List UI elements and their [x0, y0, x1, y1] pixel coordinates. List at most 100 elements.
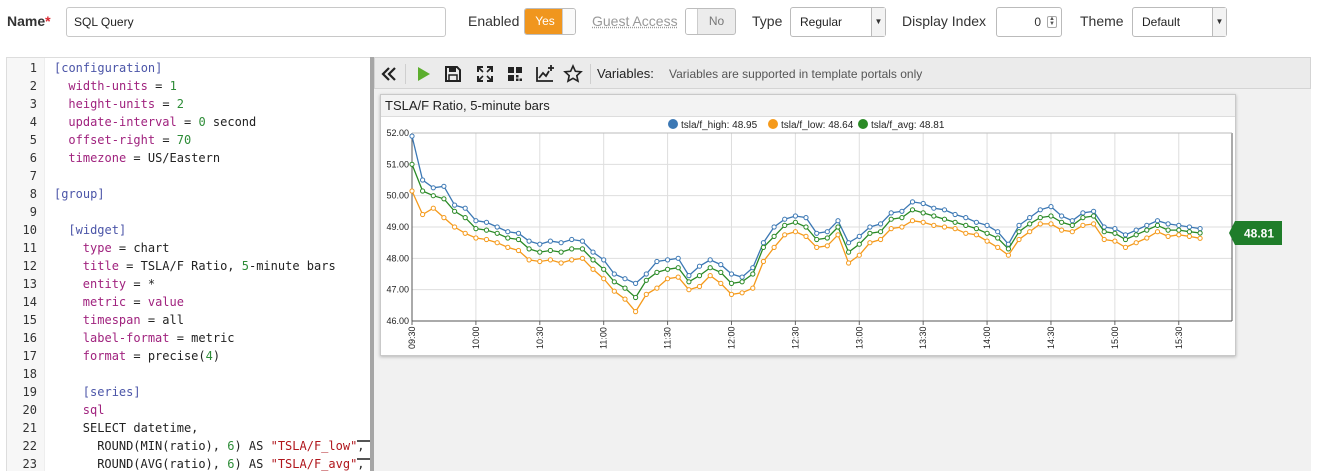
- fullscreen-icon[interactable]: [475, 64, 495, 84]
- data-point: [601, 257, 607, 263]
- data-point: [686, 287, 692, 293]
- line-chart[interactable]: tsla/f_high: 48.95 tsla/f_low: 48.64 tsla/…: [381, 117, 1235, 355]
- display-index-label: Display Index: [902, 13, 987, 29]
- data-point: [878, 221, 884, 227]
- code-line: 20 sql: [7, 401, 105, 419]
- theme-select-value: Default: [1142, 15, 1181, 29]
- last-value-text: 48.81: [1244, 227, 1274, 241]
- data-point: [760, 258, 766, 265]
- line-number: 12: [22, 259, 37, 273]
- line-number: 19: [22, 385, 37, 399]
- data-point: [633, 294, 639, 301]
- data-point: [739, 274, 745, 280]
- data-point: [483, 219, 490, 225]
- spinner-icon[interactable]: ▲ ▼: [1047, 16, 1057, 28]
- code-token: 2: [176, 97, 185, 111]
- x-tick-label: 13:30: [918, 326, 928, 349]
- data-point: [590, 257, 596, 263]
- type-select[interactable]: Regular ▼: [790, 7, 886, 37]
- data-point: [878, 229, 884, 235]
- last-value-badge: 48.81: [1229, 221, 1282, 245]
- data-point: [867, 230, 873, 236]
- add-series-icon[interactable]: [535, 64, 555, 84]
- data-point: [824, 229, 830, 235]
- data-point: [1122, 236, 1129, 243]
- data-point: [707, 265, 713, 271]
- data-point: [1037, 215, 1043, 221]
- line-number: 23: [22, 457, 37, 471]
- data-point: [696, 273, 703, 279]
- data-point: [462, 205, 468, 211]
- y-tick-label: 49.00: [386, 222, 409, 232]
- data-point: [760, 240, 766, 246]
- data-point: [1080, 222, 1086, 229]
- data-point: [846, 260, 852, 266]
- code-token: 4: [205, 349, 213, 363]
- line-number: 9: [29, 205, 37, 219]
- save-icon[interactable]: [443, 64, 463, 84]
- data-point: [665, 276, 671, 282]
- code-text: width-units = 1: [68, 77, 176, 95]
- display-index-field[interactable]: 0 ▲ ▼: [996, 7, 1062, 37]
- data-point: [452, 224, 458, 230]
- data-point: [941, 207, 948, 213]
- data-point: [1101, 236, 1107, 243]
- line-number: 10: [22, 223, 37, 237]
- line-number: 5: [29, 133, 37, 147]
- line-number: 18: [22, 367, 37, 381]
- data-point: [643, 291, 649, 297]
- enabled-toggle[interactable]: Yes: [524, 8, 576, 35]
- data-point: [984, 230, 990, 236]
- code-text: type = chart: [83, 239, 170, 257]
- data-point: [569, 236, 575, 243]
- code-token: 1: [169, 79, 177, 93]
- data-point: [537, 241, 543, 247]
- star-icon[interactable]: [563, 64, 583, 84]
- data-point: [622, 285, 628, 291]
- code-token: [widget]: [68, 223, 127, 237]
- code-token: = TSLA/F Ratio,: [118, 259, 242, 273]
- data-point: [952, 226, 958, 232]
- code-token: = metric: [169, 331, 235, 345]
- data-point: [1059, 219, 1065, 225]
- data-point: [1080, 215, 1086, 221]
- guest-access-toggle[interactable]: No: [685, 8, 736, 35]
- code-line: 16 label-format = metric: [7, 329, 235, 347]
- data-point: [675, 255, 681, 261]
- data-point: [824, 235, 830, 241]
- name-field[interactable]: SQL Query: [66, 7, 446, 37]
- guest-access-label: Guest Access: [592, 13, 678, 29]
- data-point: [633, 280, 639, 286]
- config-editor[interactable]: 1 [configuration] 2 width-units = 1 3 height-…: [6, 57, 370, 471]
- preview-panel: Variables: Variables are supported in te…: [374, 57, 1311, 471]
- data-point: [515, 247, 522, 254]
- data-point: [494, 224, 500, 230]
- data-point: [941, 216, 948, 222]
- code-token: [group]: [54, 187, 105, 201]
- line-number: 8: [29, 187, 37, 201]
- code-text: [configuration]: [54, 59, 162, 77]
- data-point: [1186, 229, 1193, 235]
- code-line: 14 metric = value: [7, 293, 184, 311]
- x-tick-label: 11:00: [599, 327, 609, 349]
- theme-select[interactable]: Default ▼: [1132, 7, 1227, 37]
- data-point: [430, 193, 436, 199]
- code-line: 5 offset-right = 70: [7, 131, 191, 149]
- code-token: 70: [176, 133, 192, 147]
- data-point: [771, 244, 777, 250]
- code-token: "TSLA/F_low": [270, 439, 358, 453]
- data-point: [420, 211, 426, 218]
- data-point: [579, 238, 585, 244]
- play-icon[interactable]: [413, 64, 433, 84]
- line-number: 2: [29, 79, 37, 93]
- code-text: format = precise(4): [83, 347, 220, 365]
- grid-icon[interactable]: [505, 64, 525, 84]
- overflow-marker: [357, 458, 371, 460]
- toggle-knob: [686, 9, 698, 34]
- code-line: 10 [widget]: [7, 221, 127, 239]
- data-point: [462, 230, 468, 236]
- data-point: [537, 249, 543, 255]
- data-point: [1080, 210, 1086, 216]
- code-text: sql: [83, 401, 105, 419]
- collapse-icon[interactable]: [379, 64, 399, 84]
